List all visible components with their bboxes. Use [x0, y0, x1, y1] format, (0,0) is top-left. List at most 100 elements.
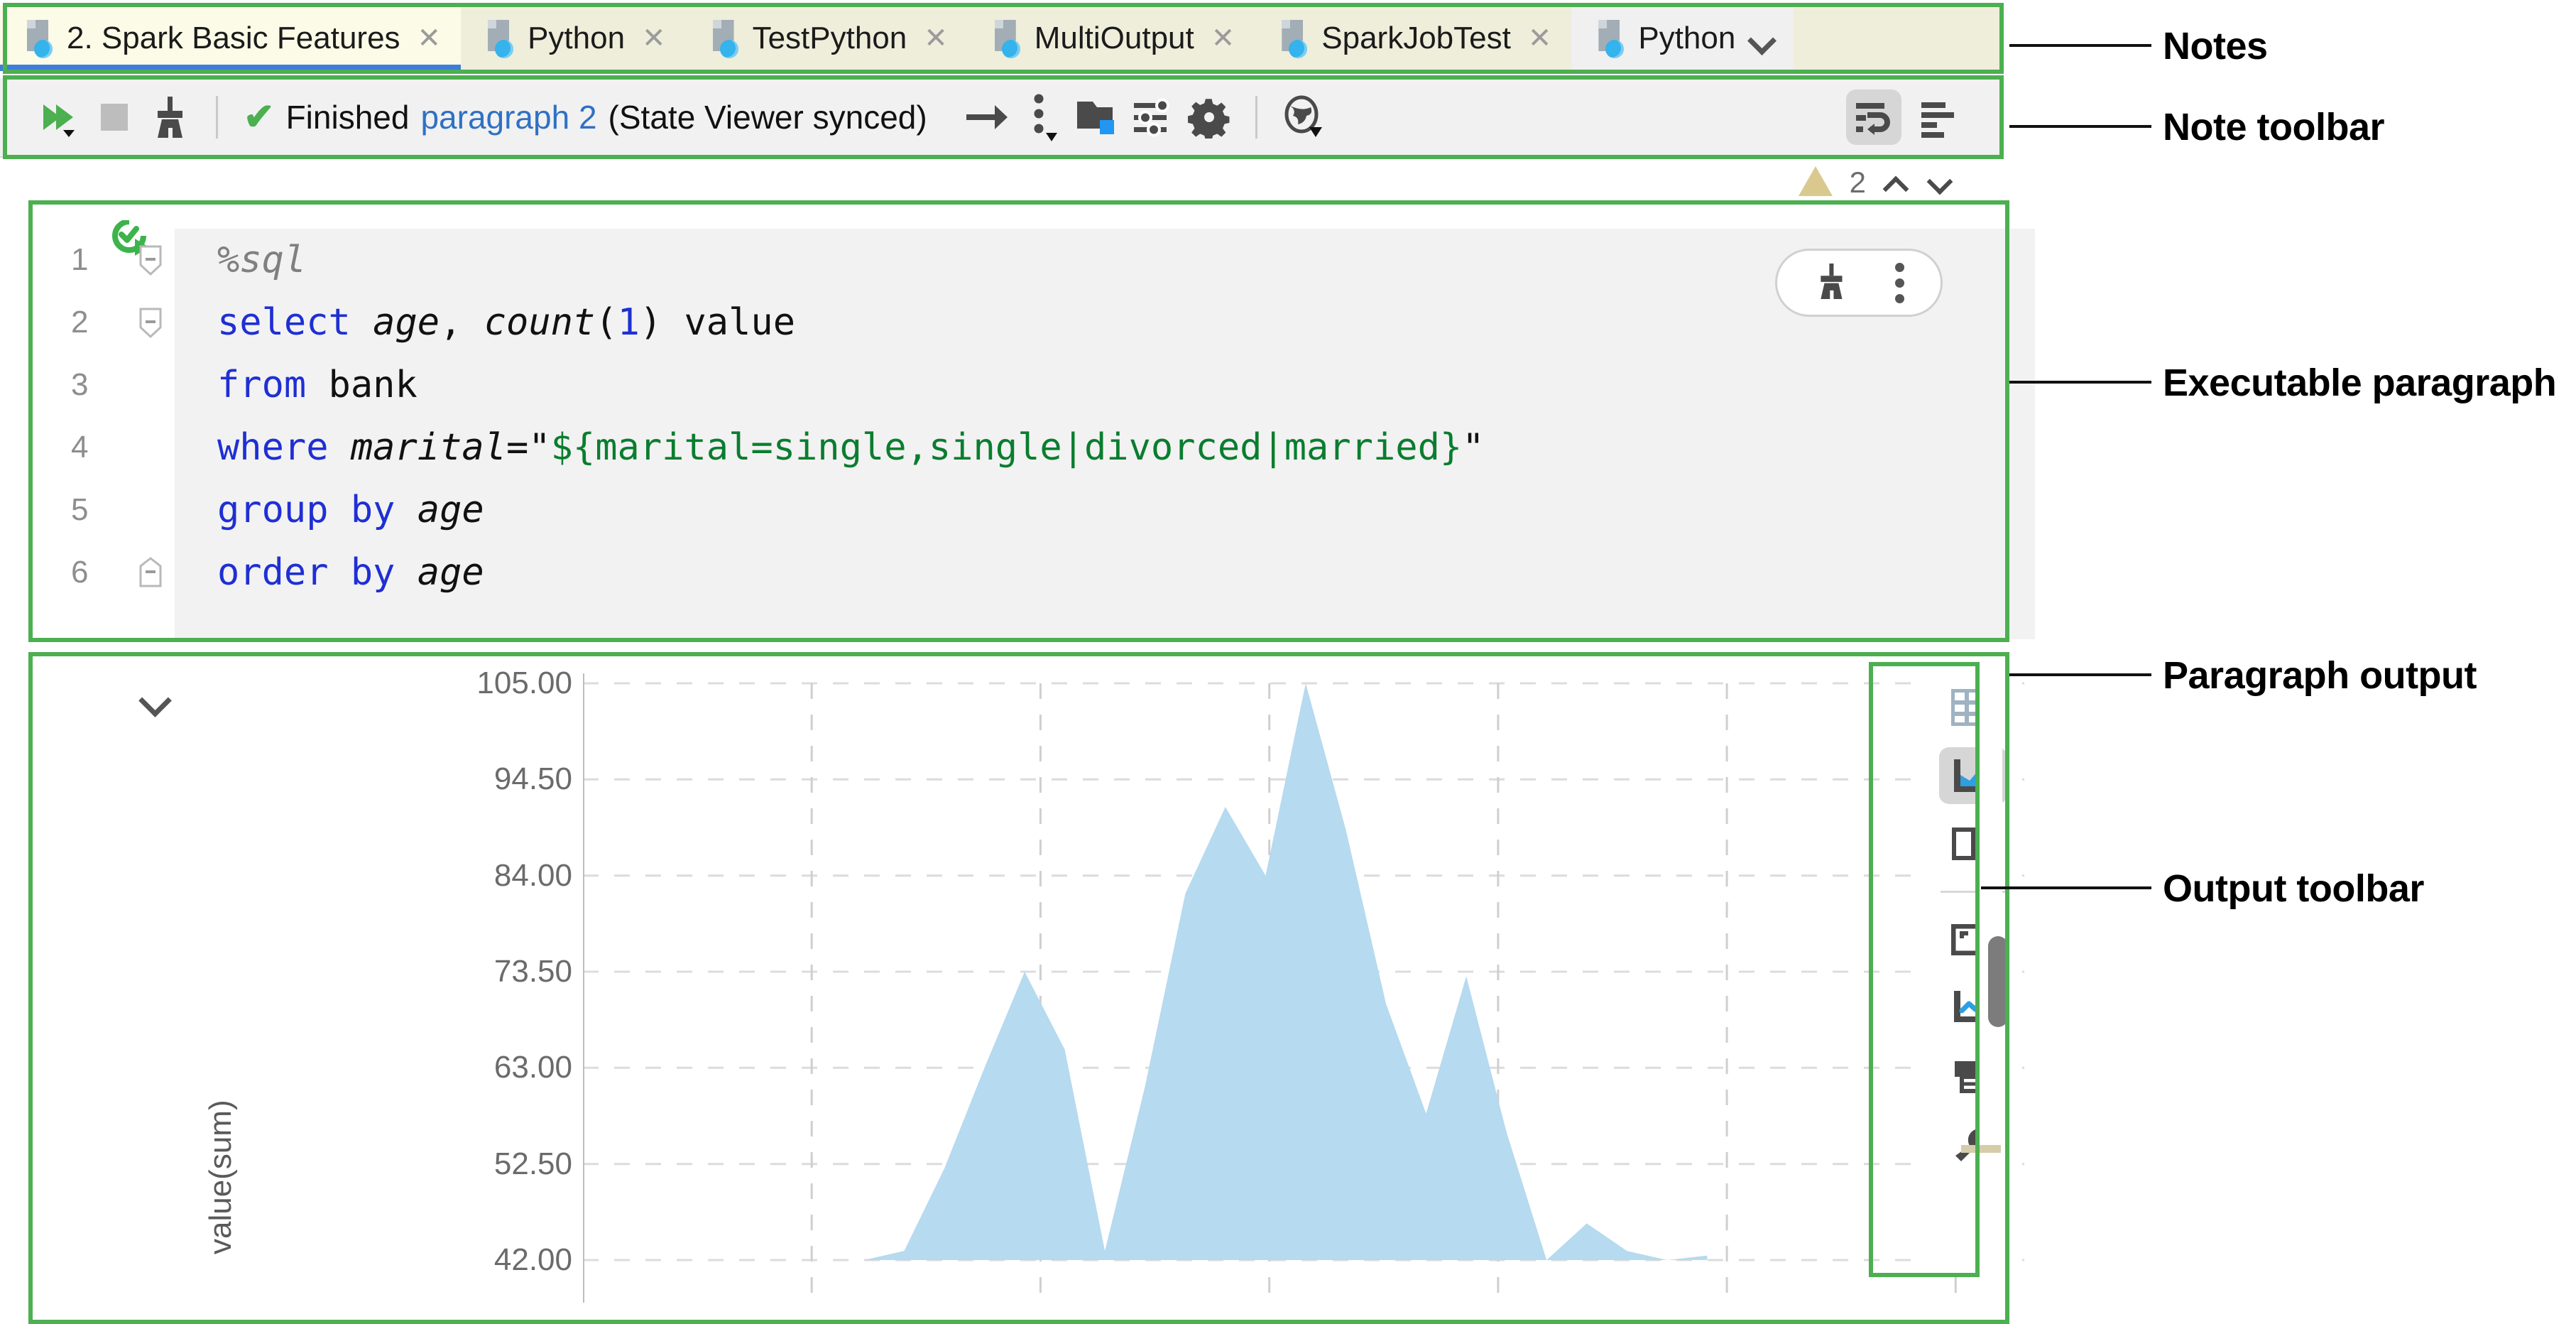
- close-icon[interactable]: ✕: [1211, 24, 1235, 53]
- code-token: group by: [217, 489, 417, 531]
- sliders-icon[interactable]: [1126, 89, 1181, 145]
- text-align-icon[interactable]: [1911, 89, 1967, 145]
- code-fold-marker[interactable]: [136, 556, 165, 589]
- note-file-icon: [485, 20, 517, 62]
- close-icon[interactable]: ✕: [642, 24, 666, 53]
- chevron-down-icon[interactable]: [1750, 26, 1774, 50]
- annotation-leader-output: [2009, 673, 2151, 676]
- annotation-label-note-toolbar: Note toolbar: [2163, 106, 2385, 148]
- code-fold-marker[interactable]: [136, 306, 165, 339]
- more-vertical-icon[interactable]: [1015, 89, 1071, 145]
- note-toolbar: ✔ Finished paragraph 2 (State Viewer syn…: [0, 78, 2004, 158]
- note-file-icon: [710, 20, 741, 62]
- code-token: ": [1462, 426, 1485, 469]
- annotation-label-output-toolbar: Output toolbar: [2163, 867, 2424, 910]
- code-token: where: [217, 426, 351, 469]
- executable-paragraph[interactable]: 1 %sql 2 select age, count(1) value 3 from ba…: [33, 205, 2035, 639]
- note-tab-2[interactable]: TestPython ✕: [685, 6, 968, 71]
- folder-icon[interactable]: [1071, 89, 1126, 145]
- annotation-leader-paragraph: [2009, 381, 2151, 384]
- note-tab-1[interactable]: Python ✕: [461, 6, 686, 71]
- status-paragraph-link[interactable]: paragraph 2: [420, 98, 596, 136]
- y-axis-tick: 73.50: [493, 954, 572, 989]
- code-token: ) value: [639, 301, 796, 344]
- code-text: select age, count(1) value: [217, 301, 795, 344]
- scrollbar-thumb[interactable]: [1988, 936, 2008, 1027]
- close-icon[interactable]: ✕: [417, 24, 442, 53]
- editor-warning-strip: 2: [0, 161, 2004, 205]
- note-tab-bar: 2. Spark Basic Features ✕ Python ✕ TestPytho…: [0, 6, 2004, 71]
- note-tab-5[interactable]: Python: [1571, 6, 1794, 71]
- code-token: =": [506, 426, 551, 469]
- chevron-down-icon[interactable]: [139, 689, 173, 713]
- note-tab-label: Python: [1638, 21, 1736, 55]
- y-axis-tick: 63.00: [493, 1050, 572, 1085]
- note-tab-label: Python: [528, 21, 626, 55]
- screenshot-root: 2. Spark Basic Features ✕ Python ✕ TestPytho…: [0, 0, 2576, 1324]
- paragraph-output: value(sum) 105.00 94.50 84.00 73.50 63.00 52.…: [33, 656, 2035, 1304]
- more-vertical-icon[interactable]: [1895, 262, 1905, 303]
- code-line: 1 %sql: [71, 229, 2035, 291]
- annotation-leader-notes: [2009, 44, 2151, 47]
- toolbar-divider-2: [1255, 96, 1257, 139]
- code-token: ,: [440, 301, 484, 344]
- code-text: group by age: [217, 489, 484, 531]
- code-token: age: [417, 489, 484, 531]
- code-editor[interactable]: 1 %sql 2 select age, count(1) value 3 from ba…: [71, 229, 2035, 639]
- arrow-right-icon[interactable]: [960, 89, 1015, 145]
- chevron-down-icon[interactable]: [1926, 173, 1954, 192]
- annotation-leader-note-toolbar: [2009, 125, 2151, 128]
- code-token: age: [373, 301, 440, 344]
- broom-icon[interactable]: [142, 89, 197, 145]
- code-line: 5 group by age: [71, 479, 2035, 541]
- code-token: order by: [217, 551, 417, 594]
- code-token: (: [595, 301, 618, 344]
- note-tab-label: MultiOutput: [1034, 21, 1194, 55]
- text-wrap-icon[interactable]: [1846, 89, 1901, 145]
- code-text: order by age: [217, 551, 484, 594]
- note-file-icon: [24, 20, 56, 62]
- status-detail: (State Viewer synced): [608, 99, 927, 136]
- note-file-icon: [1595, 20, 1627, 62]
- chevron-up-icon[interactable]: [1882, 173, 1910, 192]
- note-tab-label: SparkJobTest: [1321, 21, 1511, 55]
- globe-icon[interactable]: [1276, 89, 1331, 145]
- line-number: 5: [71, 492, 89, 527]
- vertical-scrollbar[interactable]: [1977, 661, 2008, 1300]
- annotation-label-paragraph: Executable paragraph: [2163, 362, 2557, 404]
- run-status: ✔ Finished paragraph 2 (State Viewer syn…: [244, 98, 927, 136]
- status-text: Finished: [285, 99, 410, 136]
- stop-icon[interactable]: [87, 89, 142, 145]
- chart-plot-area: [582, 663, 2024, 1304]
- note-tab-label: TestPython: [752, 21, 907, 55]
- annotation-label-notes: Notes: [2163, 25, 2268, 67]
- code-line: 3 from bank: [71, 354, 2035, 416]
- code-line: 2 select age, count(1) value: [71, 291, 2035, 354]
- code-token: ${marital=single,single|divorced|married…: [550, 426, 1463, 469]
- status-check-icon: ✔: [244, 97, 275, 138]
- y-axis-label: value(sum): [203, 1100, 238, 1254]
- close-icon[interactable]: ✕: [1528, 24, 1552, 53]
- y-axis-tick: 42.00: [493, 1242, 572, 1277]
- note-file-icon: [992, 20, 1024, 62]
- code-token: %sql: [217, 239, 307, 281]
- code-token: count: [484, 301, 596, 344]
- code-token: select: [217, 301, 373, 344]
- run-all-icon[interactable]: [31, 89, 87, 145]
- note-tab-3[interactable]: MultiOutput ✕: [967, 6, 1255, 71]
- code-fold-marker[interactable]: [136, 244, 165, 276]
- y-axis-tick: 94.50: [493, 761, 572, 797]
- code-token: bank: [328, 364, 417, 406]
- chart-svg: [582, 673, 2024, 1303]
- close-icon[interactable]: ✕: [924, 24, 948, 53]
- note-tab-4[interactable]: SparkJobTest ✕: [1255, 6, 1572, 71]
- note-tab-label: 2. Spark Basic Features: [67, 21, 400, 55]
- code-token: from: [217, 364, 329, 406]
- code-token: 1: [617, 301, 640, 344]
- annotation-label-output: Paragraph output: [2163, 654, 2477, 697]
- note-tab-0[interactable]: 2. Spark Basic Features ✕: [0, 6, 462, 71]
- gear-icon[interactable]: [1181, 89, 1237, 145]
- broom-icon[interactable]: [1813, 262, 1849, 304]
- warning-triangle-icon: [1797, 165, 1834, 201]
- code-text: %sql: [217, 239, 306, 281]
